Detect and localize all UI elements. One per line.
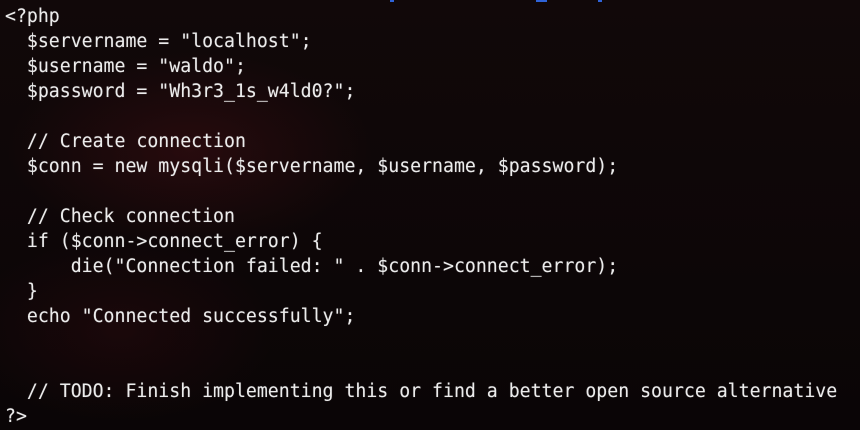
code-line-1: <?php bbox=[5, 6, 60, 27]
code-line-3: $username = "waldo"; bbox=[5, 56, 246, 77]
code-line-2: $servername = "localhost"; bbox=[5, 31, 312, 52]
code-line-9: // Check connection bbox=[5, 206, 235, 227]
code-line-16: // TODO: Finish implementing this or fin… bbox=[5, 381, 838, 402]
code-line-13: echo "Connected successfully"; bbox=[5, 306, 356, 327]
code-line-7: $conn = new mysqli($servername, $usernam… bbox=[5, 156, 619, 177]
code-line-11: die("Connection failed: " . $conn->conne… bbox=[5, 256, 619, 277]
top-highlight-strip bbox=[0, 0, 860, 3]
terminal-window: <?php $servername = "localhost"; $userna… bbox=[0, 0, 860, 430]
code-line-10: if ($conn->connect_error) { bbox=[5, 231, 323, 252]
code-editor[interactable]: <?php $servername = "localhost"; $userna… bbox=[5, 4, 837, 429]
code-line-6: // Create connection bbox=[5, 131, 246, 152]
code-line-17: ?> bbox=[5, 406, 27, 427]
code-line-12: } bbox=[5, 281, 38, 302]
code-line-4: $password = "Wh3r3_1s_w4ld0?"; bbox=[5, 81, 356, 102]
